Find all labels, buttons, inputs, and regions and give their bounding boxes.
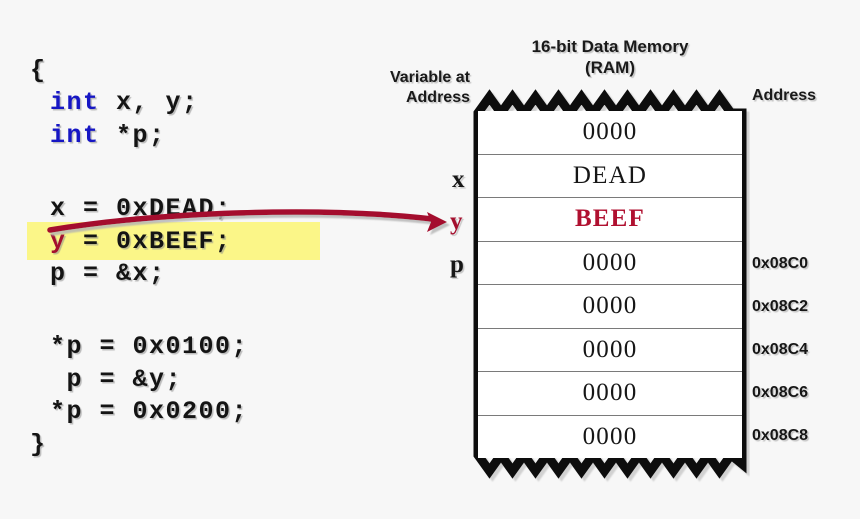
address-label: 0x08C2 [752,298,809,315]
memory-row[interactable]: 0000 [478,372,742,416]
code-line-deref-p-0100: *p = 0x0100; [50,332,249,361]
variable-at-address-line1: Variable at [389,69,470,86]
code-line-assign-p-addr-x: p = &x; [50,259,166,288]
memory-cell-value: DEAD [572,161,648,189]
memory-row[interactable]: 0000 [478,242,742,285]
memory-cell-list: 0000 DEAD BEEF 0000 0000 0000 0000 0000 [478,111,742,458]
memory-row[interactable]: BEEF [478,198,742,242]
memory-title-line2: (RAM) [584,58,636,77]
keyword-int: int [50,88,100,117]
memory-row[interactable]: 0000 [478,329,742,372]
memory-title-line1: 16-bit Data Memory [531,37,689,56]
address-column-header: Address [752,87,817,104]
variable-at-address-header: Variable at Address [330,68,470,108]
memory-row[interactable]: DEAD [478,155,742,198]
memory-cell-value: 0000 [582,335,638,363]
memory-cell-value: 0000 [582,422,638,450]
memory-title: 16-bit Data Memory (RAM) [478,36,742,78]
diagram-canvas: { int x, y; int *p; x = 0xDEAD; y = 0xBE… [0,0,860,519]
address-label: 0x08C4 [752,341,809,358]
code-line-decl-xy: int x, y; [50,88,199,117]
memory-row[interactable]: 0000 [478,111,742,155]
decl-p-rest: *p; [99,121,166,150]
memory-cell-value: BEEF [574,205,646,233]
code-token-y: y [50,227,67,256]
memory-row[interactable]: 0000 [478,285,742,329]
memory-cell-value: 0000 [582,248,638,276]
memory-row[interactable]: 0000 [478,416,742,459]
keyword-int: int [50,121,100,150]
memory-cell-value: 0000 [582,292,638,320]
memory-cell-value: 0000 [582,379,638,407]
address-label: 0x08C6 [752,384,809,401]
code-line-assign-y-rest: = 0xBEEF; [66,227,232,256]
code-line-assign-y: y = 0xBEEF; [50,227,232,256]
code-line-assign-x: x = 0xDEAD; [50,194,232,223]
address-label: 0x08C0 [752,255,809,272]
variable-label-p: p [450,251,464,278]
code-line-assign-p-addr-y: p = &y; [50,365,183,394]
variable-label-x: x [452,166,465,193]
code-line-decl-p: int *p; [50,121,166,150]
memory-cell-value: 0000 [582,118,638,146]
variable-label-y: y [450,208,463,235]
variable-at-address-line2: Address [405,89,470,106]
decl-xy-rest: x, y; [99,88,199,117]
address-label: 0x08C8 [752,427,809,444]
code-line-close-brace: } [30,430,47,459]
code-line-open-brace: { [30,56,47,85]
code-line-deref-p-0200: *p = 0x0200; [50,397,249,426]
